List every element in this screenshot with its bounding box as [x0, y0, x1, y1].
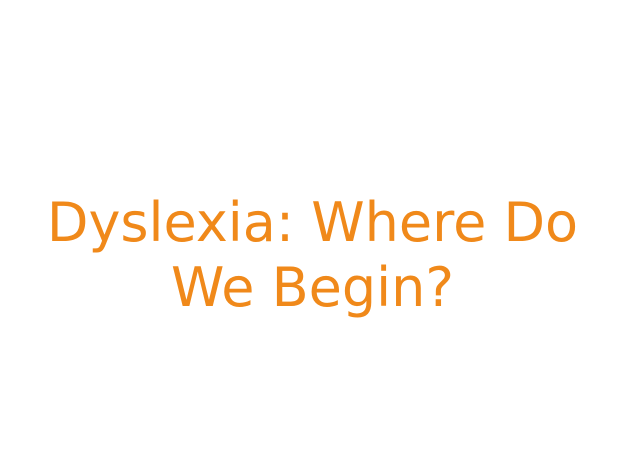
slide: Dyslexia: Where Do We Begin?	[0, 0, 625, 475]
slide-title-line-2: We Begin?	[170, 256, 455, 319]
slide-title-line-1: Dyslexia: Where Do	[46, 191, 579, 254]
